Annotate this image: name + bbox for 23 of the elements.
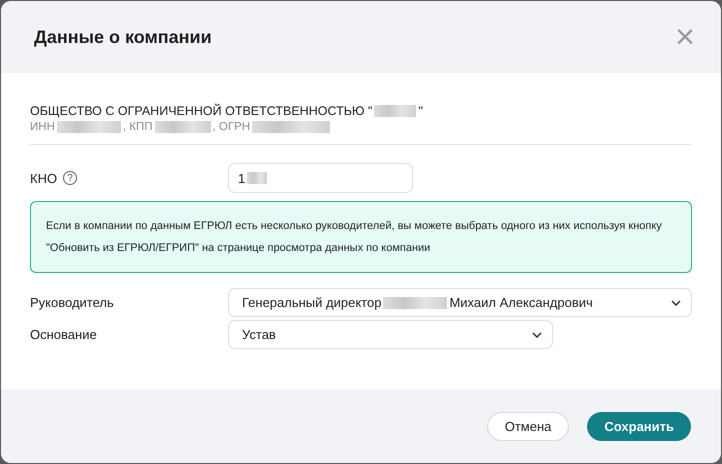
dialog-title: Данные о компании bbox=[34, 26, 213, 48]
save-button[interactable]: Сохранить bbox=[587, 412, 691, 440]
field-label: КНО bbox=[30, 170, 58, 186]
help-icon[interactable]: ? bbox=[63, 171, 78, 185]
redacted-mark bbox=[383, 296, 448, 308]
select-field[interactable]: Устав bbox=[228, 320, 553, 349]
id-label: ИНН bbox=[30, 121, 55, 133]
field-label: Руководитель bbox=[30, 295, 115, 310]
input-field[interactable]: 1 bbox=[228, 163, 413, 193]
id-label: , КПП bbox=[122, 121, 153, 133]
redacted-mark bbox=[56, 121, 121, 133]
field-label: Основание bbox=[30, 327, 98, 342]
chevron-down-icon bbox=[671, 300, 681, 306]
redacted-mark bbox=[374, 105, 416, 117]
redacted-mark bbox=[154, 121, 211, 133]
cancel-button[interactable]: Отмена bbox=[486, 412, 570, 440]
select-field[interactable]: Генеральный директор Михаил Александрович bbox=[228, 288, 692, 317]
chevron-down-icon bbox=[532, 332, 542, 338]
company-name: ОБЩЕСТВО С ОГРАНИЧЕННОЙ ОТВЕТСТВЕННОСТЬЮ " bbox=[30, 104, 372, 118]
company-name: " bbox=[418, 104, 423, 118]
info-message: Если в компании по данным ЕГРЮЛ есть несколько руководителей, вы можете выбрать одного из них используя кнопку "Обновить из ЕГРЮЛ/ЕГРИП" на странице просмотра данных по компании bbox=[30, 201, 692, 273]
id-label: , ОГРН bbox=[212, 121, 250, 133]
redacted-mark bbox=[247, 172, 268, 184]
